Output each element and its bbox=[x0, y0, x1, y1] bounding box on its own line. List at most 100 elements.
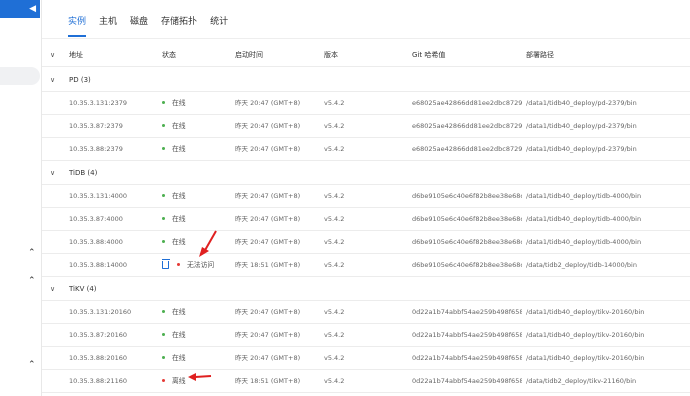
address-cell: 10.35.3.131:2379 bbox=[69, 99, 128, 107]
deploy-path-cell: /data1/tidb40_deploy/tikv-20160/bin bbox=[526, 308, 645, 316]
sidebar-active-item[interactable]: ◀ bbox=[0, 0, 40, 18]
status-dot bbox=[162, 123, 165, 127]
address-cell: 10.35.3.88:14000 bbox=[69, 261, 128, 269]
address-cell: 10.35.3.87:4000 bbox=[69, 215, 123, 223]
status-text: 在线 bbox=[172, 122, 186, 130]
table-row[interactable]: 10.35.3.88:20160 在线 昨天 20:47 (GMT+8) v5.4.2… bbox=[42, 347, 690, 370]
git-hash-cell: 0d22a1b74abbf54ae259b498f658... bbox=[412, 308, 522, 316]
version-cell: v5.4.2 bbox=[324, 377, 345, 385]
tab-storage-topology[interactable]: 存储拓扑 bbox=[161, 14, 197, 37]
trash-icon[interactable] bbox=[162, 259, 170, 269]
version-cell: v5.4.2 bbox=[324, 354, 345, 362]
column-header-git-hash[interactable]: Git 哈希值 bbox=[412, 44, 522, 67]
chevron-up-icon[interactable]: ⌃ bbox=[28, 248, 36, 258]
git-hash-cell: 0d22a1b74abbf54ae259b498f658... bbox=[412, 354, 522, 362]
version-cell: v5.4.2 bbox=[324, 215, 345, 223]
tab-statistics[interactable]: 统计 bbox=[210, 14, 228, 37]
status-cell: 无法访问 bbox=[162, 254, 234, 277]
status-dot bbox=[162, 146, 165, 150]
status-text: 离线 bbox=[172, 377, 186, 385]
column-header-version[interactable]: 版本 bbox=[324, 44, 384, 67]
start-time-cell: 昨天 18:51 (GMT+8) bbox=[235, 377, 301, 385]
table-row[interactable]: 10.35.3.88:4000 在线 昨天 20:47 (GMT+8) v5.4.2 d… bbox=[42, 231, 690, 254]
version-cell: v5.4.2 bbox=[324, 99, 345, 107]
table-row[interactable]: 10.35.3.88:2379 在线 昨天 20:47 (GMT+8) v5.4.2 e… bbox=[42, 138, 690, 161]
tab-hosts[interactable]: 主机 bbox=[99, 14, 117, 37]
version-cell: v5.4.2 bbox=[324, 331, 345, 339]
group-title: PD (3) bbox=[69, 76, 91, 84]
start-time-cell: 昨天 20:47 (GMT+8) bbox=[235, 145, 301, 153]
deploy-path-cell: /data1/tidb40_deploy/tidb-4000/bin bbox=[526, 238, 642, 246]
address-cell: 10.35.3.88:2379 bbox=[69, 145, 123, 153]
version-cell: v5.4.2 bbox=[324, 308, 345, 316]
address-cell: 10.35.3.131:4000 bbox=[69, 192, 128, 200]
collapse-left-icon[interactable]: ◀ bbox=[29, 3, 36, 15]
address-cell: 10.35.3.131:20160 bbox=[69, 308, 132, 316]
table-row[interactable]: 10.35.3.131:2379 在线 昨天 20:47 (GMT+8) v5.4.2… bbox=[42, 92, 690, 115]
sidebar-selected-item[interactable] bbox=[0, 67, 40, 85]
status-cell: 在线 bbox=[162, 231, 234, 254]
status-text: 在线 bbox=[172, 99, 186, 107]
chevron-down-icon[interactable]: ∨ bbox=[50, 277, 55, 300]
status-dot bbox=[162, 378, 165, 382]
git-hash-cell: 0d22a1b74abbf54ae259b498f658... bbox=[412, 331, 522, 339]
table-row[interactable]: 10.35.3.88:14000 无法访问 昨天 18:51 (GMT+8) v5.4… bbox=[42, 254, 690, 277]
git-hash-cell: e68025ae42866dd81ee2dbc8729... bbox=[412, 145, 522, 153]
start-time-cell: 昨天 18:51 (GMT+8) bbox=[235, 261, 301, 269]
tab-bar: 实例 主机 磁盘 存储拓扑 统计 bbox=[68, 14, 241, 37]
version-cell: v5.4.2 bbox=[324, 192, 345, 200]
column-header-deploy-path[interactable]: 部署路径 bbox=[526, 44, 690, 67]
tab-instances[interactable]: 实例 bbox=[68, 14, 87, 37]
status-text: 在线 bbox=[172, 331, 186, 339]
status-cell: 在线 bbox=[162, 301, 234, 324]
chevron-up-icon[interactable]: ⌃ bbox=[28, 276, 36, 286]
deploy-path-cell: /data1/tidb40_deploy/pd-2379/bin bbox=[526, 99, 637, 107]
table-row[interactable]: 10.35.3.87:20160 在线 昨天 20:47 (GMT+8) v5.4.2… bbox=[42, 324, 690, 347]
git-hash-cell: d6be9105e6c40e6f82b8ee38e68c... bbox=[412, 192, 522, 200]
address-cell: 10.35.3.88:20160 bbox=[69, 354, 128, 362]
status-cell: 在线 bbox=[162, 185, 234, 208]
tab-disks[interactable]: 磁盘 bbox=[130, 14, 148, 37]
status-text: 在线 bbox=[172, 238, 186, 246]
status-cell: 离线 bbox=[162, 370, 234, 393]
column-header-address[interactable]: 地址 bbox=[69, 44, 157, 67]
deploy-path-cell: /data1/tidb40_deploy/pd-2379/bin bbox=[526, 145, 637, 153]
table-row[interactable]: 10.35.3.88:21160 离线 昨天 18:51 (GMT+8) v5.4.2… bbox=[42, 370, 690, 393]
table-row[interactable]: 10.35.3.131:4000 在线 昨天 20:47 (GMT+8) v5.4.2… bbox=[42, 185, 690, 208]
chevron-up-icon[interactable]: ⌃ bbox=[28, 360, 36, 370]
status-dot bbox=[177, 262, 180, 266]
chevron-down-icon[interactable]: ∨ bbox=[50, 161, 55, 184]
deploy-path-cell: /data1/tidb40_deploy/tikv-20160/bin bbox=[526, 331, 645, 339]
column-header-start-time[interactable]: 启动时间 bbox=[235, 44, 321, 67]
main-content: 实例 主机 磁盘 存储拓扑 统计 ∨ 地址 状态 启动时间 版本 Git 哈希值… bbox=[42, 0, 690, 396]
column-header-status[interactable]: 状态 bbox=[162, 44, 234, 67]
start-time-cell: 昨天 20:47 (GMT+8) bbox=[235, 354, 301, 362]
table-row[interactable]: 10.35.3.87:4000 在线 昨天 20:47 (GMT+8) v5.4.2 d… bbox=[42, 208, 690, 231]
version-cell: v5.4.2 bbox=[324, 238, 345, 246]
status-dot bbox=[162, 355, 165, 359]
address-cell: 10.35.3.87:2379 bbox=[69, 122, 123, 130]
table-row[interactable]: 10.35.3.131:20160 在线 昨天 20:47 (GMT+8) v5.4.… bbox=[42, 301, 690, 324]
address-cell: 10.35.3.87:20160 bbox=[69, 331, 128, 339]
status-dot bbox=[162, 332, 165, 336]
status-cell: 在线 bbox=[162, 115, 234, 138]
status-dot bbox=[162, 193, 165, 197]
collapse-all-icon[interactable]: ∨ bbox=[50, 44, 55, 67]
group-row[interactable]: ∨ TiKV (4) bbox=[42, 277, 690, 301]
group-row[interactable]: ∨ TiDB (4) bbox=[42, 161, 690, 185]
git-hash-cell: e68025ae42866dd81ee2dbc8729... bbox=[412, 99, 522, 107]
status-cell: 在线 bbox=[162, 324, 234, 347]
status-text: 在线 bbox=[172, 215, 186, 223]
status-dot bbox=[162, 216, 165, 220]
table-row[interactable]: 10.35.3.87:2379 在线 昨天 20:47 (GMT+8) v5.4.2 e… bbox=[42, 115, 690, 138]
deploy-path-cell: /data1/tidb40_deploy/pd-2379/bin bbox=[526, 122, 637, 130]
status-cell: 在线 bbox=[162, 92, 234, 115]
status-text: 在线 bbox=[172, 145, 186, 153]
start-time-cell: 昨天 20:47 (GMT+8) bbox=[235, 215, 301, 223]
group-row[interactable]: ∨ PD (3) bbox=[42, 68, 690, 92]
table-header: ∨ 地址 状态 启动时间 版本 Git 哈希值 部署路径 bbox=[42, 44, 690, 67]
start-time-cell: 昨天 20:47 (GMT+8) bbox=[235, 238, 301, 246]
chevron-down-icon[interactable]: ∨ bbox=[50, 68, 55, 91]
tab-divider bbox=[42, 38, 690, 39]
deploy-path-cell: /data1/tidb40_deploy/tikv-20160/bin bbox=[526, 354, 645, 362]
